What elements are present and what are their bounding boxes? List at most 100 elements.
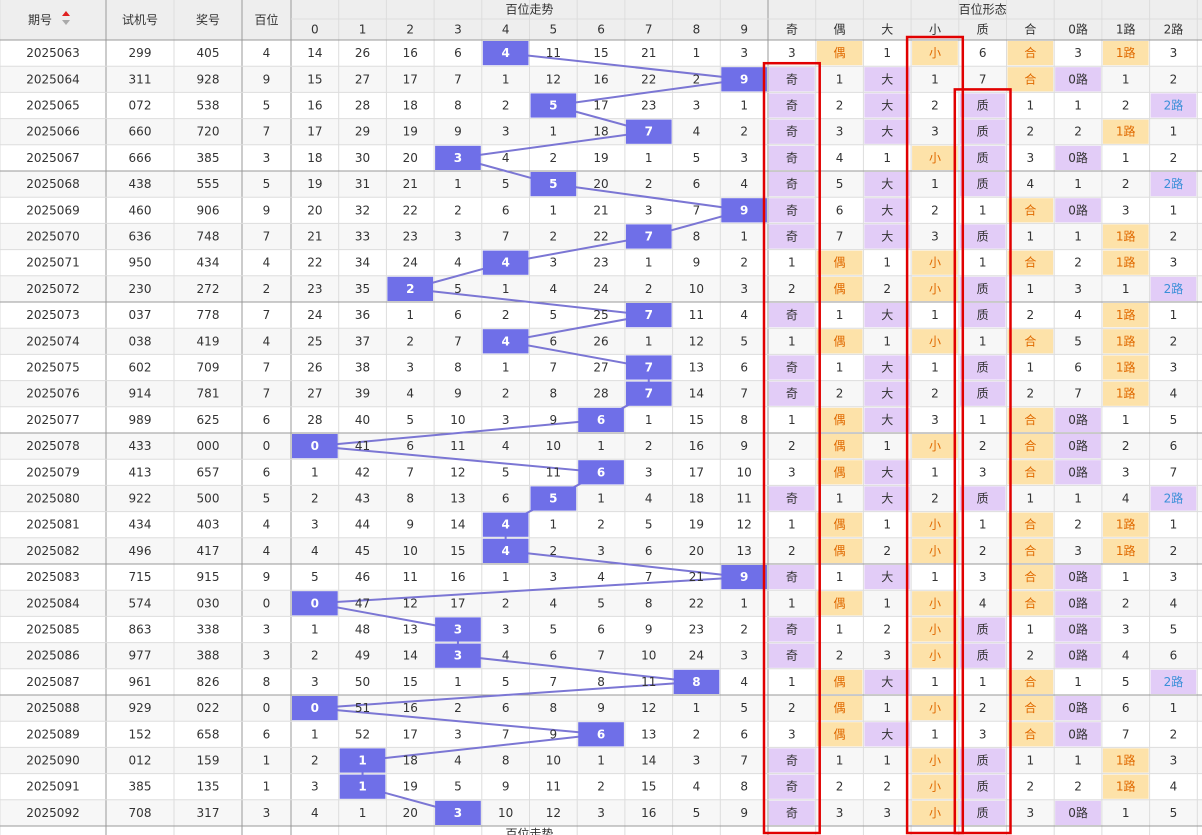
form-cell: 小 [929, 806, 941, 820]
form-cell: 3 [1170, 256, 1178, 270]
omission-cell: 1 [454, 675, 462, 689]
prize-number-cell: 500 [197, 492, 220, 506]
form-cell: 3 [931, 230, 939, 244]
omission-cell: 4 [693, 125, 701, 139]
prize-number-cell: 434 [197, 256, 220, 270]
form-cell: 0路 [1068, 464, 1088, 479]
hit-ball-number: 2 [406, 282, 414, 296]
omission-cell: 4 [502, 439, 510, 453]
form-cell: 奇 [786, 308, 798, 322]
omission-cell: 15 [403, 675, 418, 689]
hundreds-cell: 6 [263, 727, 271, 741]
issue-cell: 2025075 [26, 361, 79, 375]
omission-cell: 23 [403, 230, 418, 244]
omission-cell: 28 [355, 99, 370, 113]
omission-cell: 1 [502, 282, 510, 296]
form-cell: 4 [836, 151, 844, 165]
omission-cell: 5 [406, 413, 414, 427]
form-cell: 1 [883, 518, 891, 532]
prize-number-cell: 906 [197, 203, 220, 217]
omission-cell: 4 [502, 151, 510, 165]
form-cell: 2 [979, 701, 987, 715]
test-number-cell: 460 [129, 203, 152, 217]
omission-cell: 11 [641, 675, 656, 689]
omission-cell: 11 [546, 465, 561, 479]
omission-cell: 23 [641, 99, 656, 113]
form-cell: 2 [979, 439, 987, 453]
omission-cell: 1 [645, 334, 653, 348]
prize-number-cell: 417 [197, 544, 220, 558]
issue-cell: 2025083 [26, 570, 79, 584]
form-cell: 质 [977, 177, 989, 191]
form-cell: 大 [881, 492, 893, 506]
form-group-header: 百位形态 [959, 2, 1007, 17]
prize-number-cell: 317 [197, 806, 220, 820]
omission-cell: 28 [593, 387, 608, 401]
omission-cell: 32 [355, 203, 370, 217]
test-number-cell: 311 [129, 72, 152, 86]
form-cell: 6 [1170, 439, 1178, 453]
prize-number-cell: 272 [197, 282, 220, 296]
period-header[interactable]: 期号 [28, 13, 52, 27]
form-cell: 小 [929, 439, 941, 453]
omission-cell: 10 [450, 413, 465, 427]
omission-cell: 4 [740, 308, 748, 322]
issue-cell: 2025078 [26, 439, 79, 453]
hit-ball-number: 3 [454, 806, 462, 820]
omission-cell: 9 [454, 387, 462, 401]
omission-cell: 2 [311, 492, 319, 506]
form-cell: 质 [977, 308, 989, 322]
prize-number-cell: 419 [197, 334, 220, 348]
form-type-header: 2路 [1164, 22, 1184, 37]
form-cell: 奇 [786, 649, 798, 663]
omission-cell: 26 [355, 46, 370, 60]
test-number-cell: 413 [129, 465, 152, 479]
form-cell: 1 [931, 570, 939, 584]
form-cell: 0路 [1068, 150, 1088, 165]
omission-cell: 6 [740, 727, 748, 741]
omission-cell: 12 [737, 518, 752, 532]
omission-cell: 7 [693, 203, 701, 217]
form-cell: 1 [1027, 623, 1035, 637]
form-cell: 3 [1170, 570, 1178, 584]
omission-cell: 2 [550, 151, 558, 165]
prize-number-cell: 625 [197, 413, 220, 427]
issue-cell: 2025069 [26, 203, 79, 217]
omission-cell: 21 [307, 230, 322, 244]
omission-cell: 5 [740, 701, 748, 715]
hit-ball-number: 7 [645, 125, 653, 139]
form-type-header: 合 [1024, 22, 1036, 37]
hit-ball-number: 7 [645, 308, 653, 322]
prize-number-cell: 748 [197, 230, 220, 244]
form-cell: 合 [1024, 333, 1036, 348]
form-cell: 6 [1170, 649, 1178, 663]
omission-cell: 20 [403, 151, 418, 165]
omission-cell: 8 [645, 596, 653, 610]
form-cell: 0路 [1068, 700, 1088, 715]
test-number-cell: 434 [129, 518, 152, 532]
test-number-cell: 989 [129, 413, 152, 427]
omission-cell: 16 [641, 806, 656, 820]
omission-cell: 48 [355, 623, 370, 637]
omission-cell: 8 [740, 413, 748, 427]
form-cell: 偶 [834, 256, 846, 270]
omission-cell: 1 [311, 623, 319, 637]
form-cell: 1 [979, 413, 987, 427]
test-number-cell: 660 [129, 125, 152, 139]
test-number-cell: 433 [129, 439, 152, 453]
trend-digit-header: 8 [693, 23, 701, 37]
form-cell: 3 [979, 465, 987, 479]
omission-cell: 8 [597, 675, 605, 689]
hit-ball-number: 8 [692, 675, 700, 689]
omission-cell: 4 [740, 675, 748, 689]
hit-ball-number: 7 [645, 230, 653, 244]
omission-cell: 39 [355, 387, 370, 401]
omission-cell: 1 [645, 413, 653, 427]
form-cell: 2路 [1164, 491, 1184, 506]
form-cell: 5 [1122, 675, 1130, 689]
issue-cell: 2025064 [26, 72, 79, 86]
hit-ball-number: 5 [549, 177, 557, 191]
omission-cell: 16 [689, 439, 704, 453]
omission-cell: 21 [689, 570, 704, 584]
form-cell: 2 [788, 544, 796, 558]
